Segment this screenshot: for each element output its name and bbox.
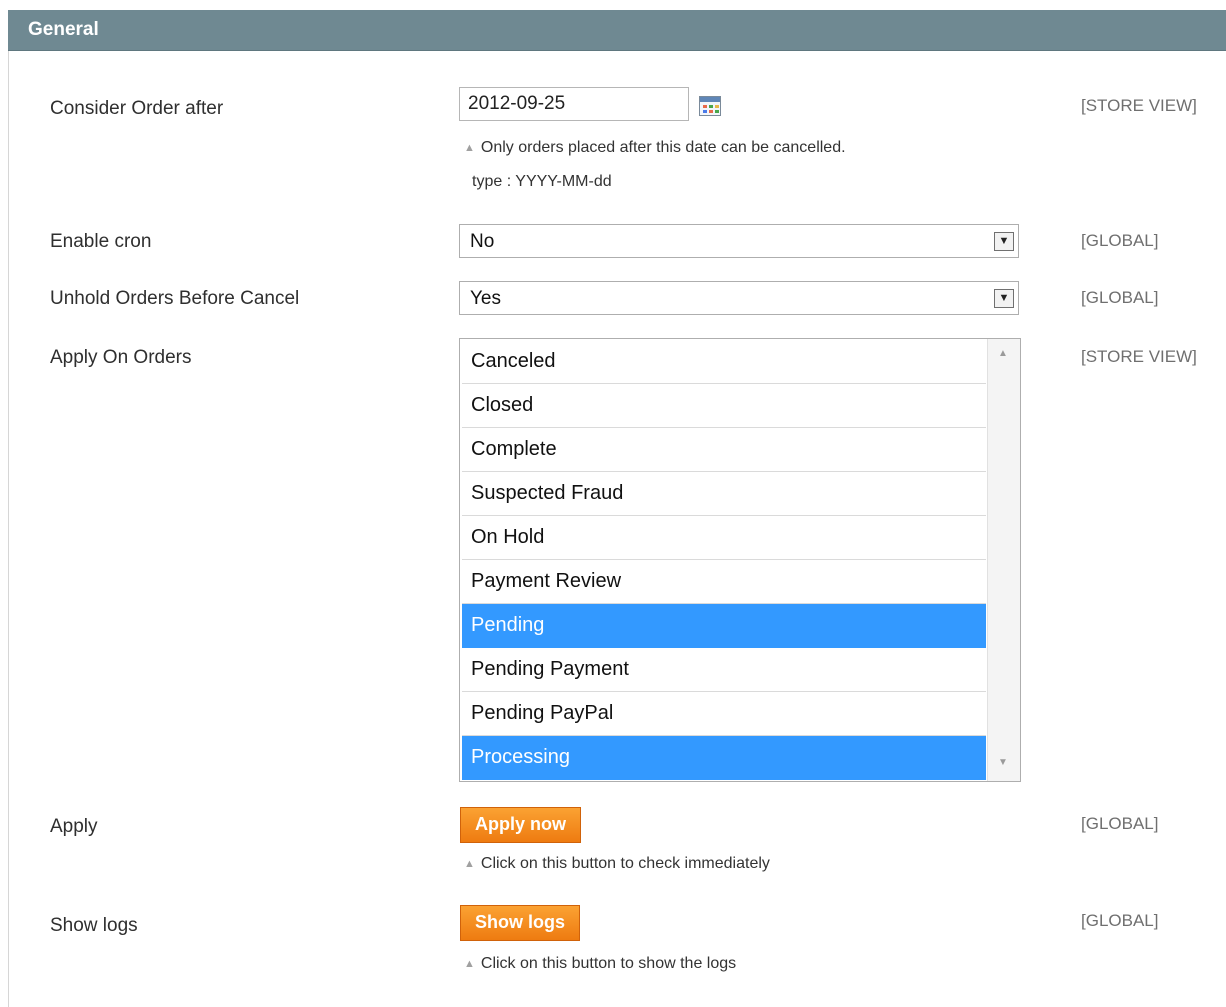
consider-order-note-text: Only orders placed after this date can b… — [480, 139, 846, 156]
apply-on-orders-scope: [STORE VIEW] — [1081, 347, 1197, 366]
apply-note-text: Click on this button to check immediatel… — [480, 855, 770, 872]
calendar-icon[interactable] — [699, 96, 721, 116]
order-status-option[interactable]: Pending Payment — [462, 648, 986, 692]
show-logs-label: Show logs — [50, 915, 138, 936]
triangle-up-icon: ▲ — [464, 958, 475, 970]
scroll-down-icon[interactable]: ▼ — [998, 757, 1008, 768]
section-header[interactable]: General — [8, 10, 1226, 51]
show-logs-scope: [GLOBAL] — [1081, 911, 1159, 930]
order-status-option[interactable]: Pending PayPal — [462, 692, 986, 736]
apply-scope: [GLOBAL] — [1081, 814, 1159, 833]
apply-note: ▲ Click on this button to check immediate… — [464, 855, 770, 873]
unhold-orders-scope: [GLOBAL] — [1081, 288, 1159, 307]
apply-on-orders-multiselect[interactable]: Canceled Closed Complete Suspected Fraud… — [459, 338, 1021, 782]
enable-cron-value: No — [470, 231, 495, 252]
unhold-orders-label: Unhold Orders Before Cancel — [50, 288, 300, 309]
order-status-option[interactable]: Canceled — [462, 340, 986, 384]
section-title: General — [28, 19, 99, 40]
apply-label: Apply — [50, 816, 98, 837]
order-status-option[interactable]: Complete — [462, 428, 986, 472]
consider-order-format-note: type : YYYY-MM-dd — [472, 173, 612, 190]
scroll-up-icon[interactable]: ▲ — [998, 348, 1008, 359]
apply-on-orders-label: Apply On Orders — [50, 347, 192, 368]
enable-cron-label: Enable cron — [50, 231, 152, 252]
enable-cron-select[interactable]: No ▼ — [459, 224, 1019, 258]
order-status-option[interactable]: Suspected Fraud — [462, 472, 986, 516]
order-status-option[interactable]: Processing — [462, 736, 986, 780]
order-status-option[interactable]: Pending — [462, 604, 986, 648]
consider-order-note: ▲ Only orders placed after this date can … — [464, 139, 846, 157]
chevron-down-icon[interactable]: ▼ — [994, 289, 1014, 308]
chevron-down-icon[interactable]: ▼ — [994, 232, 1014, 251]
triangle-up-icon: ▲ — [464, 142, 475, 154]
show-logs-note: ▲ Click on this button to show the logs — [464, 955, 736, 973]
order-status-option[interactable]: Payment Review — [462, 560, 986, 604]
enable-cron-scope: [GLOBAL] — [1081, 231, 1159, 250]
show-logs-button[interactable]: Show logs — [460, 905, 580, 941]
unhold-orders-value: Yes — [470, 288, 501, 309]
consider-order-scope: [STORE VIEW] — [1081, 96, 1197, 115]
order-status-option[interactable]: Closed — [462, 384, 986, 428]
consider-order-label: Consider Order after — [50, 98, 224, 119]
consider-order-date-input[interactable] — [459, 87, 689, 121]
show-logs-note-text: Click on this button to show the logs — [480, 955, 737, 972]
order-status-option[interactable]: On Hold — [462, 516, 986, 560]
apply-now-button[interactable]: Apply now — [460, 807, 581, 843]
unhold-orders-select[interactable]: Yes ▼ — [459, 281, 1019, 315]
multiselect-scrollbar[interactable]: ▲ ▼ — [987, 339, 1020, 781]
triangle-up-icon: ▲ — [464, 858, 475, 870]
